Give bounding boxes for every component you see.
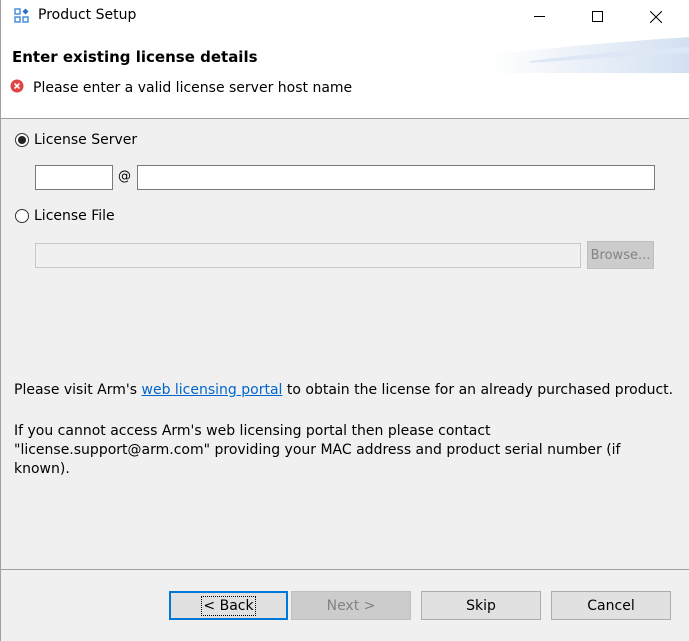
license-server-label[interactable]: License Server (34, 132, 137, 148)
title-bar: Product Setup (1, 0, 689, 33)
license-file-label[interactable]: License File (34, 208, 115, 224)
license-server-host-input[interactable] (137, 165, 655, 190)
wizard-body: License Server @ License File Browse... … (1, 119, 689, 569)
minimize-icon (533, 11, 545, 22)
footer-separator (1, 569, 689, 570)
license-server-radio[interactable] (15, 133, 29, 147)
license-server-port-input[interactable] (35, 165, 113, 190)
close-icon (650, 10, 662, 23)
cancel-button-label: Cancel (587, 597, 635, 614)
page-title: Enter existing license details (12, 48, 258, 66)
back-button-label: < Back (201, 595, 256, 616)
visit-prefix-text: Please visit Arm's (14, 382, 142, 398)
cancel-button[interactable]: Cancel (551, 591, 671, 620)
web-licensing-portal-link[interactable]: web licensing portal (142, 382, 283, 398)
skip-button-label: Skip (466, 597, 496, 614)
maximize-button[interactable] (567, 0, 627, 33)
contact-support-text: If you cannot access Arm's web licensing… (14, 423, 621, 477)
wizard-header: Enter existing license details Please en… (1, 33, 689, 119)
error-message: Please enter a valid license server host… (33, 80, 353, 96)
visit-suffix-text: to obtain the license for an already pur… (282, 382, 674, 398)
back-button[interactable]: < Back (169, 591, 288, 620)
license-file-path-input[interactable] (35, 243, 581, 268)
product-setup-icon (14, 8, 30, 24)
error-icon (10, 79, 24, 93)
minimize-button[interactable] (509, 0, 569, 33)
skip-button[interactable]: Skip (421, 591, 541, 620)
maximize-icon (591, 11, 603, 22)
license-file-radio[interactable] (15, 209, 29, 223)
licensing-portal-text: Please visit Arm's web licensing portal … (14, 382, 673, 398)
header-banner-art (490, 37, 689, 73)
at-symbol: @ (118, 169, 131, 184)
next-button[interactable]: Next > (291, 591, 411, 620)
window-title: Product Setup (38, 7, 137, 23)
browse-button[interactable]: Browse... (587, 241, 654, 269)
next-button-label: Next > (326, 597, 376, 614)
product-setup-window: Product Setup Enter existing license det… (0, 0, 689, 641)
close-button[interactable] (626, 0, 686, 33)
